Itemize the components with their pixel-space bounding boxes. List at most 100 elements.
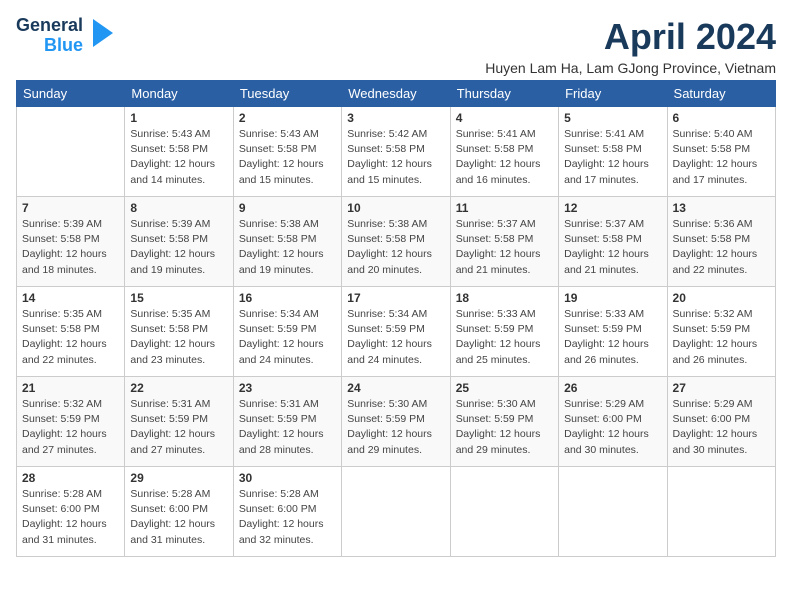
- day-info: Sunrise: 5:42 AM Sunset: 5:58 PM Dayligh…: [347, 127, 444, 188]
- calendar-subtitle: Huyen Lam Ha, Lam GJong Province, Vietna…: [485, 60, 776, 76]
- day-cell: 3 Sunrise: 5:42 AM Sunset: 5:58 PM Daylig…: [342, 107, 450, 197]
- day-cell: 10 Sunrise: 5:38 AM Sunset: 5:58 PM Dayli…: [342, 197, 450, 287]
- day-number: 9: [239, 201, 336, 215]
- day-cell: [450, 467, 558, 557]
- day-info: Sunrise: 5:28 AM Sunset: 6:00 PM Dayligh…: [22, 487, 119, 548]
- day-cell: 22 Sunrise: 5:31 AM Sunset: 5:59 PM Dayli…: [125, 377, 233, 467]
- day-info: Sunrise: 5:34 AM Sunset: 5:59 PM Dayligh…: [239, 307, 336, 368]
- day-cell: [667, 467, 775, 557]
- day-info: Sunrise: 5:35 AM Sunset: 5:58 PM Dayligh…: [130, 307, 227, 368]
- day-info: Sunrise: 5:36 AM Sunset: 5:58 PM Dayligh…: [673, 217, 770, 278]
- day-number: 15: [130, 291, 227, 305]
- day-info: Sunrise: 5:43 AM Sunset: 5:58 PM Dayligh…: [130, 127, 227, 188]
- day-cell: 4Sunrise: 5:41 AM Sunset: 5:58 PM Daylig…: [450, 107, 558, 197]
- day-info: Sunrise: 5:31 AM Sunset: 5:59 PM Dayligh…: [130, 397, 227, 458]
- day-cell: 23 Sunrise: 5:31 AM Sunset: 5:59 PM Dayli…: [233, 377, 341, 467]
- day-info: Sunrise: 5:38 AM Sunset: 5:58 PM Dayligh…: [239, 217, 336, 278]
- title-block: April 2024 Huyen Lam Ha, Lam GJong Provi…: [485, 16, 776, 76]
- day-info: Sunrise: 5:39 AM Sunset: 5:58 PM Dayligh…: [22, 217, 119, 278]
- day-cell: 29 Sunrise: 5:28 AM Sunset: 6:00 PM Dayli…: [125, 467, 233, 557]
- day-number: 25: [456, 381, 553, 395]
- day-info: Sunrise: 5:37 AM Sunset: 5:58 PM Dayligh…: [564, 217, 661, 278]
- day-cell: 27Sunrise: 5:29 AM Sunset: 6:00 PM Dayli…: [667, 377, 775, 467]
- day-number: 7: [22, 201, 119, 215]
- day-cell: 11 Sunrise: 5:37 AM Sunset: 5:58 PM Dayli…: [450, 197, 558, 287]
- day-cell: 1 Sunrise: 5:43 AM Sunset: 5:58 PM Daylig…: [125, 107, 233, 197]
- day-number: 5: [564, 111, 661, 125]
- day-cell: 16 Sunrise: 5:34 AM Sunset: 5:59 PM Dayli…: [233, 287, 341, 377]
- day-number: 11: [456, 201, 553, 215]
- day-cell: 21 Sunrise: 5:32 AM Sunset: 5:59 PM Dayli…: [17, 377, 125, 467]
- header-row: SundayMondayTuesdayWednesdayThursdayFrid…: [17, 81, 776, 107]
- day-cell: 5 Sunrise: 5:41 AM Sunset: 5:58 PM Daylig…: [559, 107, 667, 197]
- day-number: 14: [22, 291, 119, 305]
- day-cell: [559, 467, 667, 557]
- day-info: Sunrise: 5:35 AM Sunset: 5:58 PM Dayligh…: [22, 307, 119, 368]
- day-cell: [342, 467, 450, 557]
- day-info: Sunrise: 5:28 AM Sunset: 6:00 PM Dayligh…: [239, 487, 336, 548]
- day-number: 8: [130, 201, 227, 215]
- day-cell: 8 Sunrise: 5:39 AM Sunset: 5:58 PM Daylig…: [125, 197, 233, 287]
- day-info: Sunrise: 5:32 AM Sunset: 5:59 PM Dayligh…: [673, 307, 770, 368]
- day-cell: 26 Sunrise: 5:29 AM Sunset: 6:00 PM Dayli…: [559, 377, 667, 467]
- day-cell: 28Sunrise: 5:28 AM Sunset: 6:00 PM Dayli…: [17, 467, 125, 557]
- day-info: Sunrise: 5:33 AM Sunset: 5:59 PM Dayligh…: [564, 307, 661, 368]
- logo-icon: [89, 17, 117, 49]
- day-info: Sunrise: 5:43 AM Sunset: 5:58 PM Dayligh…: [239, 127, 336, 188]
- calendar-title: April 2024: [485, 16, 776, 58]
- day-info: Sunrise: 5:40 AM Sunset: 5:58 PM Dayligh…: [673, 127, 770, 188]
- day-info: Sunrise: 5:38 AM Sunset: 5:58 PM Dayligh…: [347, 217, 444, 278]
- day-cell: 7 Sunrise: 5:39 AM Sunset: 5:58 PM Daylig…: [17, 197, 125, 287]
- day-info: Sunrise: 5:32 AM Sunset: 5:59 PM Dayligh…: [22, 397, 119, 458]
- header-friday: Friday: [559, 81, 667, 107]
- week-row-5: 28Sunrise: 5:28 AM Sunset: 6:00 PM Dayli…: [17, 467, 776, 557]
- header-saturday: Saturday: [667, 81, 775, 107]
- day-cell: 9 Sunrise: 5:38 AM Sunset: 5:58 PM Daylig…: [233, 197, 341, 287]
- day-number: 2: [239, 111, 336, 125]
- day-number: 10: [347, 201, 444, 215]
- day-number: 23: [239, 381, 336, 395]
- day-info: Sunrise: 5:31 AM Sunset: 5:59 PM Dayligh…: [239, 397, 336, 458]
- day-info: Sunrise: 5:41 AM Sunset: 5:58 PM Dayligh…: [564, 127, 661, 188]
- logo: General Blue: [16, 16, 117, 56]
- day-number: 22: [130, 381, 227, 395]
- day-info: Sunrise: 5:29 AM Sunset: 6:00 PM Dayligh…: [673, 397, 770, 458]
- day-info: Sunrise: 5:28 AM Sunset: 6:00 PM Dayligh…: [130, 487, 227, 548]
- day-cell: 18Sunrise: 5:33 AM Sunset: 5:59 PM Dayli…: [450, 287, 558, 377]
- day-number: 24: [347, 381, 444, 395]
- page-header: General Blue April 2024 Huyen Lam Ha, La…: [16, 16, 776, 76]
- day-cell: [17, 107, 125, 197]
- day-info: Sunrise: 5:37 AM Sunset: 5:58 PM Dayligh…: [456, 217, 553, 278]
- day-number: 18: [456, 291, 553, 305]
- day-number: 29: [130, 471, 227, 485]
- header-monday: Monday: [125, 81, 233, 107]
- week-row-4: 21 Sunrise: 5:32 AM Sunset: 5:59 PM Dayli…: [17, 377, 776, 467]
- week-row-1: 1 Sunrise: 5:43 AM Sunset: 5:58 PM Daylig…: [17, 107, 776, 197]
- day-info: Sunrise: 5:30 AM Sunset: 5:59 PM Dayligh…: [456, 397, 553, 458]
- day-number: 1: [130, 111, 227, 125]
- day-number: 26: [564, 381, 661, 395]
- day-number: 4: [456, 111, 553, 125]
- day-number: 21: [22, 381, 119, 395]
- day-number: 16: [239, 291, 336, 305]
- day-info: Sunrise: 5:39 AM Sunset: 5:58 PM Dayligh…: [130, 217, 227, 278]
- day-cell: 19 Sunrise: 5:33 AM Sunset: 5:59 PM Dayli…: [559, 287, 667, 377]
- header-sunday: Sunday: [17, 81, 125, 107]
- day-number: 20: [673, 291, 770, 305]
- header-thursday: Thursday: [450, 81, 558, 107]
- day-cell: 6 Sunrise: 5:40 AM Sunset: 5:58 PM Daylig…: [667, 107, 775, 197]
- header-tuesday: Tuesday: [233, 81, 341, 107]
- day-cell: 25 Sunrise: 5:30 AM Sunset: 5:59 PM Dayli…: [450, 377, 558, 467]
- day-info: Sunrise: 5:30 AM Sunset: 5:59 PM Dayligh…: [347, 397, 444, 458]
- day-cell: 2 Sunrise: 5:43 AM Sunset: 5:58 PM Daylig…: [233, 107, 341, 197]
- logo-line2: Blue: [44, 36, 83, 56]
- day-number: 19: [564, 291, 661, 305]
- day-number: 6: [673, 111, 770, 125]
- day-info: Sunrise: 5:34 AM Sunset: 5:59 PM Dayligh…: [347, 307, 444, 368]
- day-cell: 20 Sunrise: 5:32 AM Sunset: 5:59 PM Dayli…: [667, 287, 775, 377]
- day-cell: 12Sunrise: 5:37 AM Sunset: 5:58 PM Dayli…: [559, 197, 667, 287]
- calendar-table: SundayMondayTuesdayWednesdayThursdayFrid…: [16, 80, 776, 557]
- day-info: Sunrise: 5:29 AM Sunset: 6:00 PM Dayligh…: [564, 397, 661, 458]
- week-row-2: 7 Sunrise: 5:39 AM Sunset: 5:58 PM Daylig…: [17, 197, 776, 287]
- day-number: 3: [347, 111, 444, 125]
